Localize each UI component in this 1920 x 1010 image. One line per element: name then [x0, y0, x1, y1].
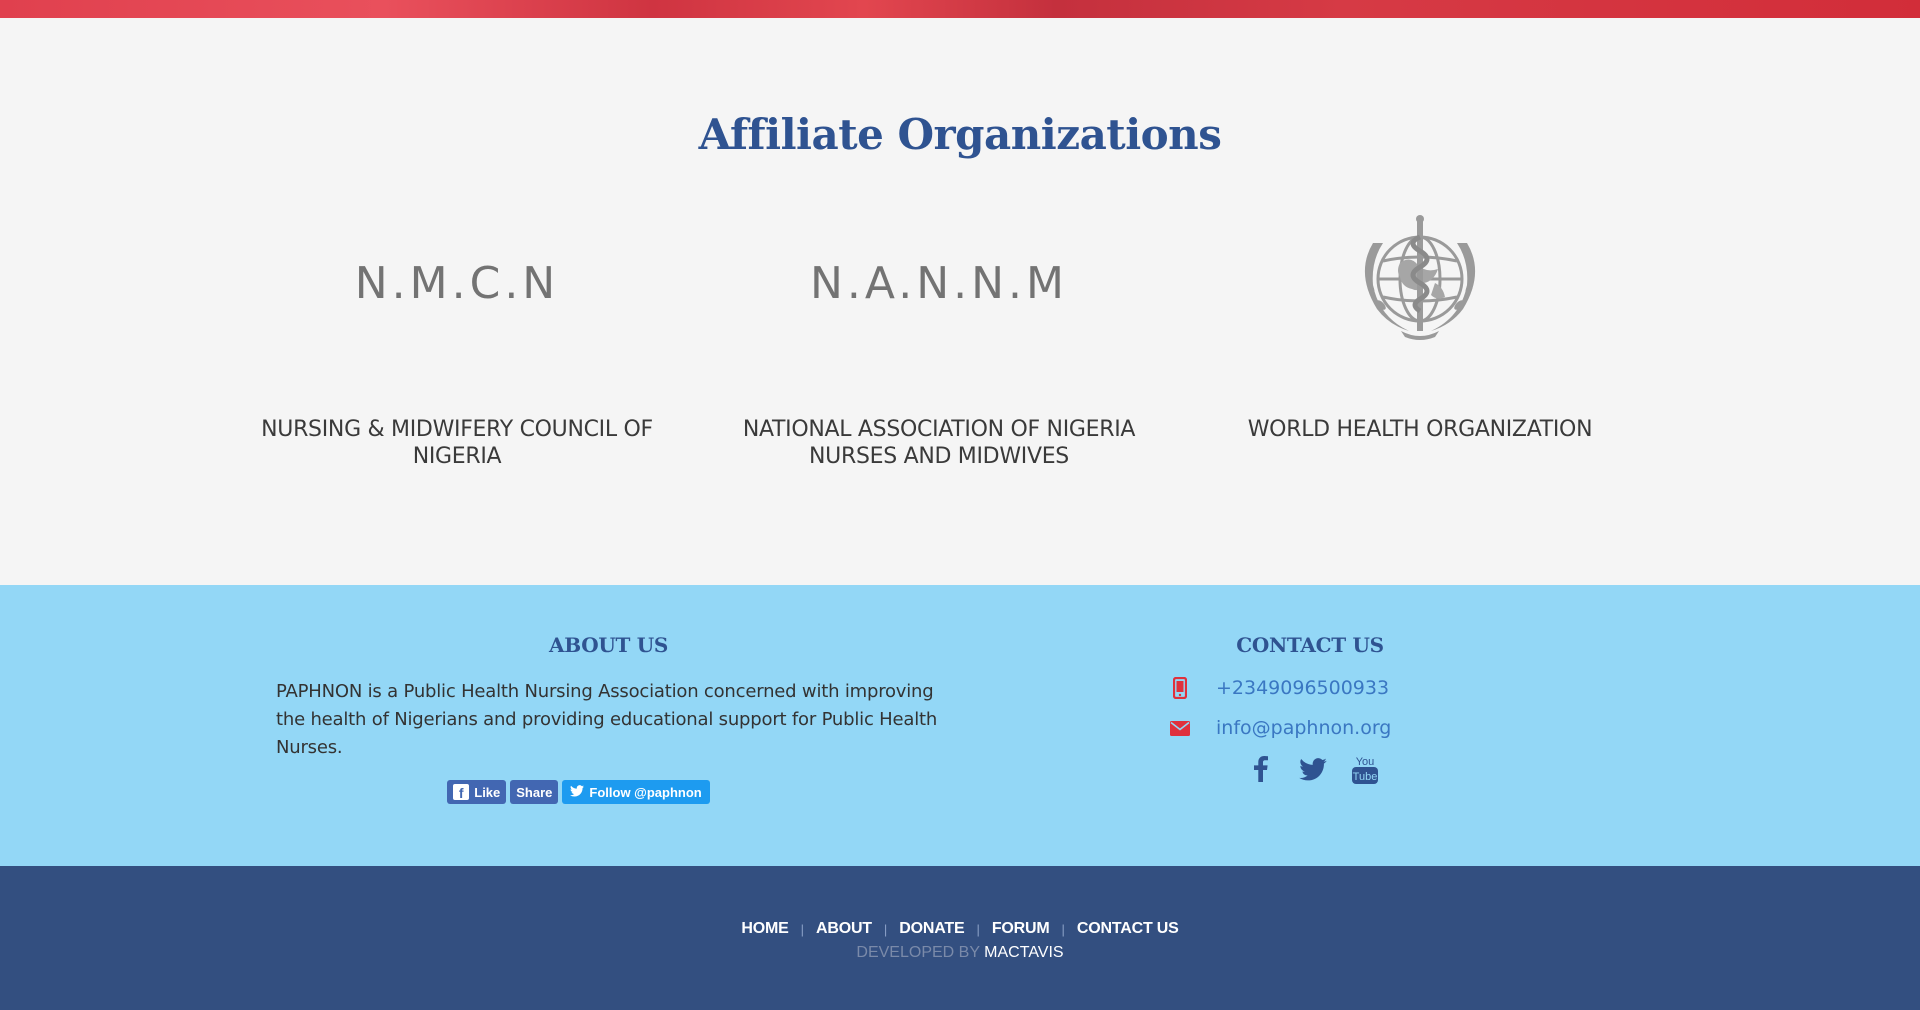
facebook-icon: f — [453, 784, 470, 800]
org-name: NURSING & MIDWIFERY COUNCIL OF NIGERIA — [261, 417, 653, 469]
contact-us-panel: CONTACT US +2349096500933 info@paphnon.o… — [1160, 633, 1460, 785]
about-us-text: PAPHNON is a Public Health Nursing Assoc… — [276, 681, 938, 758]
nav-separator: | — [1061, 921, 1065, 937]
hero-image-strip — [0, 0, 1920, 18]
facebook-share-button[interactable]: Share — [510, 780, 559, 804]
youtube-icon[interactable]: You Tube — [1349, 753, 1381, 785]
footer-link-forum[interactable]: FORUM — [992, 920, 1050, 938]
twitter-follow-button[interactable]: Follow @paphnon — [562, 780, 710, 804]
contact-email-row: info@paphnon.org — [1160, 717, 1460, 739]
youtube-icon-label: You — [1356, 756, 1375, 768]
twitter-icon — [570, 784, 585, 800]
org-card-nannm[interactable]: N.A.N.N.M NATIONAL ASSOCIATION OF NIGERI… — [729, 218, 1149, 470]
org-name: NATIONAL ASSOCIATION OF NIGERIA NURSES A… — [742, 417, 1136, 469]
mobile-phone-icon — [1160, 677, 1200, 699]
phone-link[interactable]: +2349096500933 — [1216, 677, 1389, 699]
footer-link-donate[interactable]: DONATE — [899, 920, 964, 938]
facebook-like-button[interactable]: f Like — [447, 780, 507, 804]
developer-link[interactable]: MACTAVIS — [984, 944, 1063, 961]
footer-link-home[interactable]: HOME — [741, 920, 788, 938]
org-logo-nannm: N.A.N.N.M — [810, 257, 1068, 309]
footer-nav: HOME | ABOUT | DONATE | FORUM | CONTACT … — [0, 920, 1920, 938]
who-emblem-icon — [1210, 215, 1630, 348]
developer-credit: DEVELOPED BY MACTAVIS — [856, 944, 1064, 961]
nav-separator: | — [883, 921, 888, 937]
affiliate-organizations-section: Affiliate Organizations N.M.C.N NURSING … — [0, 18, 1920, 585]
about-us-panel: ABOUT US PAPHNON is a Public Health Nurs… — [276, 633, 941, 804]
section-title: Affiliate Organizations — [698, 110, 1222, 159]
nav-separator: | — [800, 921, 804, 937]
org-name: WORLD HEALTH ORGANIZATION — [1247, 417, 1593, 442]
facebook-icon[interactable] — [1245, 753, 1277, 785]
youtube-icon-label: Tube — [1353, 771, 1378, 783]
nav-separator: | — [976, 921, 980, 937]
email-link[interactable]: info@paphnon.org — [1216, 717, 1391, 739]
org-card-who[interactable]: WORLD HEALTH ORGANIZATION — [1210, 215, 1630, 443]
org-card-nmcn[interactable]: N.M.C.N NURSING & MIDWIFERY COUNCIL OF N… — [247, 218, 667, 470]
footer-link-about[interactable]: ABOUT — [816, 920, 872, 938]
envelope-icon — [1160, 720, 1200, 736]
contact-us-title: CONTACT US — [1236, 633, 1384, 657]
site-footer: HOME | ABOUT | DONATE | FORUM | CONTACT … — [0, 866, 1920, 1010]
contact-phone-row: +2349096500933 — [1160, 677, 1460, 699]
about-us-title: ABOUT US — [549, 633, 668, 657]
info-section: ABOUT US PAPHNON is a Public Health Nurs… — [0, 585, 1920, 866]
org-logo-nmcn: N.M.C.N — [354, 257, 560, 309]
twitter-icon[interactable] — [1297, 753, 1329, 785]
social-icons: You Tube — [1166, 753, 1460, 785]
footer-link-contact-us[interactable]: CONTACT US — [1077, 920, 1179, 938]
social-share-buttons: f Like Share Follow @paphnon — [276, 780, 941, 804]
